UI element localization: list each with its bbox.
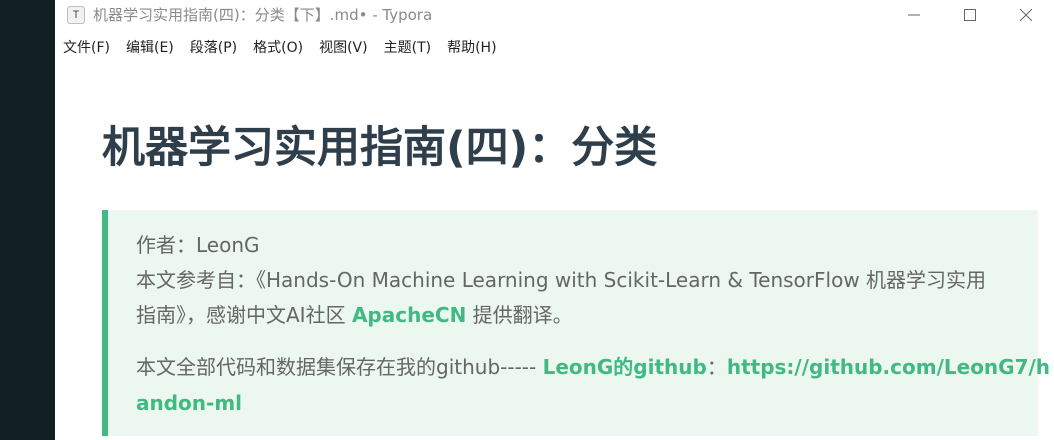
menu-paragraph[interactable]: 段落(P) xyxy=(190,34,237,62)
reference-line-1: 本文参考自：《Hands-On Machine Learning with Sc… xyxy=(136,268,987,292)
document-heading[interactable]: 机器学习实用指南(四)：分类 xyxy=(102,118,657,178)
menu-format[interactable]: 格式(O) xyxy=(253,34,303,62)
github-link-label[interactable]: LeonG的github xyxy=(543,355,707,379)
window-controls xyxy=(886,0,1054,30)
menu-help[interactable]: 帮助(H) xyxy=(447,34,496,62)
reference-line-2: 指南》，感谢中文AI社区 ApacheCN 提供翻译。 xyxy=(136,298,573,332)
maximize-icon xyxy=(964,9,976,21)
code-line-prefix: 本文全部代码和数据集保存在我的github----- xyxy=(136,355,543,379)
close-button[interactable] xyxy=(998,0,1054,30)
minimize-button[interactable] xyxy=(886,0,942,30)
apachecn-link[interactable]: ApacheCN xyxy=(352,303,466,327)
menu-file[interactable]: 文件(F) xyxy=(63,34,110,62)
blockquote[interactable]: 作者：LeonG 本文参考自：《Hands-On Machine Learnin… xyxy=(102,210,1050,436)
menu-edit[interactable]: 编辑(E) xyxy=(126,34,174,62)
menu-bar: 文件(F) 编辑(E) 段落(P) 格式(O) 视图(V) 主题(T) 帮助(H… xyxy=(55,34,505,62)
close-icon xyxy=(1020,9,1032,21)
github-url-link[interactable]: https://github.com/LeonG7/h xyxy=(727,355,1050,379)
typora-window: T 机器学习实用指南(四)：分类【下】.md• - Typora 文件(F) 编… xyxy=(55,0,1054,440)
typora-app-icon: T xyxy=(67,6,85,24)
menu-theme[interactable]: 主题(T) xyxy=(384,34,431,62)
github-url-link-continued[interactable]: andon-ml xyxy=(136,391,242,415)
code-line-2: andon-ml xyxy=(136,386,242,420)
window-title: 机器学习实用指南(四)：分类【下】.md• - Typora xyxy=(93,6,433,24)
reference-line-2-prefix: 指南》，感谢中文AI社区 xyxy=(136,303,352,327)
reference-line-2-suffix: 提供翻译。 xyxy=(466,303,573,327)
maximize-button[interactable] xyxy=(942,0,998,30)
menu-view[interactable]: 视图(V) xyxy=(319,34,368,62)
title-bar: T 机器学习实用指南(四)：分类【下】.md• - Typora xyxy=(55,0,1054,30)
code-line-1: 本文全部代码和数据集保存在我的github----- LeonG的github：… xyxy=(136,350,1050,384)
author-line: 作者：LeonG xyxy=(136,233,260,257)
colon-separator: ： xyxy=(706,355,727,379)
minimize-icon xyxy=(908,14,920,16)
background-desktop-strip xyxy=(0,0,55,440)
